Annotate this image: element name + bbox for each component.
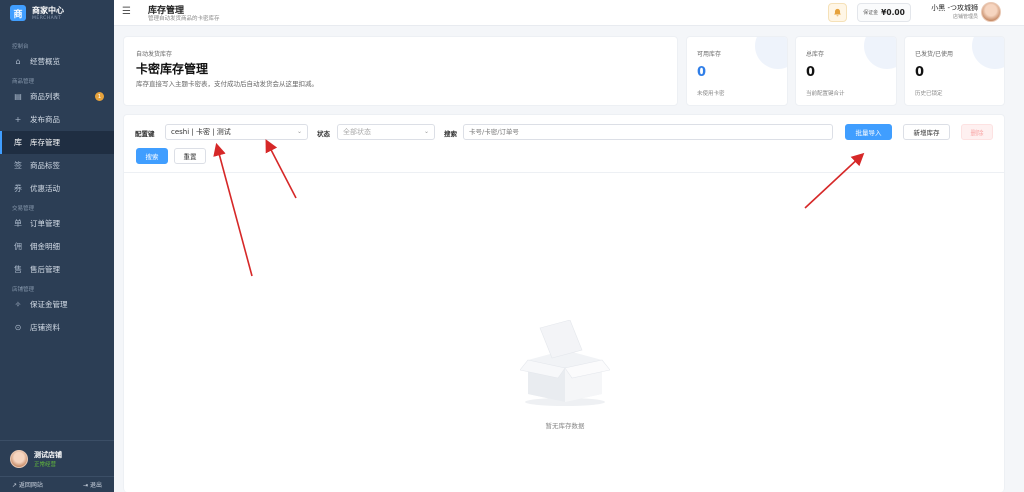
sidebar-item-store-info[interactable]: ⊙ 店铺资料 xyxy=(0,316,114,339)
sidebar-item-overview[interactable]: ⌂ 经营概览 xyxy=(0,50,114,73)
config-key-label: 配置键 xyxy=(135,130,155,138)
inventory-hero-card: 自动发货库存 卡密库存管理 库存直接写入主题卡密表，支付成功后自动发货会从这里扣… xyxy=(123,36,678,106)
hero-kicker: 自动发货库存 xyxy=(136,51,173,58)
commission-icon: 佣 xyxy=(14,242,22,251)
nav-group-store: 店铺管理 xyxy=(12,287,35,293)
sidebar-footer: ↗ 返回网站 ⇥ 退出 xyxy=(0,476,114,492)
search-button[interactable]: 搜索 xyxy=(136,148,168,164)
order-icon: 单 xyxy=(14,219,22,228)
stat-label: 可用库存 xyxy=(697,51,722,58)
notification-badge: 1 xyxy=(95,92,104,101)
sidebar-item-label: 店铺资料 xyxy=(30,323,60,332)
home-icon: ⌂ xyxy=(15,57,21,66)
stat-value: 0 xyxy=(806,65,816,80)
warehouse-icon: 库 xyxy=(14,138,22,147)
reset-button[interactable]: 重置 xyxy=(174,148,206,164)
brand-logo-icon: 商 xyxy=(10,5,26,21)
stat-sub: 未使用卡密 xyxy=(697,91,725,97)
sidebar-item-label: 售后管理 xyxy=(30,265,60,274)
store-name: 测试店铺 xyxy=(34,450,62,459)
decorative-circle xyxy=(972,37,1004,69)
stat-value: 0 xyxy=(697,65,707,80)
sidebar-item-label: 保证金管理 xyxy=(30,300,68,309)
deposit-balance[interactable]: 保证金 ¥0.00 xyxy=(857,3,911,22)
user-name: 小黑 ‑つ攻城狮 xyxy=(931,4,978,12)
user-role: 店铺管理员 xyxy=(952,14,978,20)
sidebar-item-label: 库存管理 xyxy=(30,138,60,147)
stat-value: 0 xyxy=(915,65,925,80)
nav-group-trade: 交易管理 xyxy=(12,206,35,212)
sidebar-user[interactable]: 测试店铺 正常经营 xyxy=(0,440,114,476)
deposit-icon: ✧ xyxy=(14,300,22,309)
menu-toggle-icon[interactable]: ☰ xyxy=(122,6,131,17)
tag-icon: 签 xyxy=(14,161,22,170)
top-header: ☰ 库存管理 管理自动发货商品的卡密库存 保证金 ¥0.00 小黑 ‑つ攻城狮 … xyxy=(114,0,1024,26)
sidebar-item-inventory[interactable]: 库 库存管理 xyxy=(0,131,114,154)
brand[interactable]: 商 商家中心 MERCHANT xyxy=(0,0,114,26)
config-key-value: ceshi | 卡密 | 测试 xyxy=(171,128,231,136)
page-subtitle: 管理自动发货商品的卡密库存 xyxy=(148,16,220,22)
stat-sub: 当前配置键合计 xyxy=(806,91,845,97)
sidebar-item-product-tags[interactable]: 签 商品标签 xyxy=(0,154,114,177)
stat-available: 可用库存 0 未使用卡密 xyxy=(686,36,788,106)
sidebar-item-product-list[interactable]: ▤ 商品列表 1 xyxy=(0,85,114,108)
sidebar-item-label: 佣金明细 xyxy=(30,242,60,251)
stat-label: 总库存 xyxy=(806,51,825,58)
logout-link[interactable]: ⇥ 退出 xyxy=(83,480,102,489)
decorative-circle xyxy=(755,37,787,69)
stat-used: 已发货/已使用 0 历史已锁定 xyxy=(904,36,1005,106)
config-key-select[interactable]: ceshi | 卡密 | 测试 ⌄ xyxy=(165,124,308,140)
nav-group-products: 商品管理 xyxy=(12,79,35,85)
inventory-panel: 配置键 ceshi | 卡密 | 测试 ⌄ 状态 全部状态 ⌄ 搜索 批量导入 … xyxy=(123,114,1005,492)
add-stock-button[interactable]: 新增库存 xyxy=(903,124,950,140)
sidebar-item-label: 订单管理 xyxy=(30,219,60,228)
empty-box-icon xyxy=(520,320,610,406)
sidebar-item-label: 商品列表 xyxy=(30,92,60,101)
store-status: 正常经营 xyxy=(34,461,57,468)
notification-bell-icon[interactable] xyxy=(828,3,847,22)
sidebar-item-label: 经营概览 xyxy=(30,57,60,66)
avatar xyxy=(10,449,28,468)
search-label: 搜索 xyxy=(444,130,457,138)
header-user[interactable]: 小黑 ‑つ攻城狮 店铺管理员 xyxy=(929,3,978,20)
deposit-label: 保证金 xyxy=(863,10,879,16)
aftersale-icon: 售 xyxy=(14,265,22,274)
sidebar-item-orders[interactable]: 单 订单管理 xyxy=(0,212,114,235)
status-label: 状态 xyxy=(317,130,330,138)
list-icon: ▤ xyxy=(14,92,22,101)
sidebar-item-label: 商品标签 xyxy=(30,161,60,170)
sidebar-item-promotions[interactable]: 券 优惠活动 xyxy=(0,177,114,200)
sidebar-item-label: 发布商品 xyxy=(30,115,60,124)
stat-label: 已发货/已使用 xyxy=(915,51,954,58)
empty-state-text: 暂无库存数据 xyxy=(545,422,585,430)
batch-import-button[interactable]: 批量导入 xyxy=(845,124,892,140)
sidebar: 商 商家中心 MERCHANT 控制台 ⌂ 经营概览 商品管理 ▤ 商品列表 1… xyxy=(0,0,114,492)
sidebar-item-deposit[interactable]: ✧ 保证金管理 xyxy=(0,293,114,316)
stat-sub: 历史已锁定 xyxy=(915,91,943,97)
sidebar-item-aftersale[interactable]: 售 售后管理 xyxy=(0,258,114,281)
plus-icon: + xyxy=(14,115,22,124)
sidebar-item-label: 优惠活动 xyxy=(30,184,60,193)
nav-group-console: 控制台 xyxy=(12,44,29,50)
brand-sub: MERCHANT xyxy=(32,16,62,21)
chevron-down-icon: ⌄ xyxy=(423,128,429,135)
stat-total: 总库存 0 当前配置键合计 xyxy=(795,36,897,106)
sidebar-item-publish-product[interactable]: + 发布商品 xyxy=(0,108,114,131)
store-info-icon: ⊙ xyxy=(14,323,22,332)
divider xyxy=(124,172,1004,173)
status-select[interactable]: 全部状态 ⌄ xyxy=(337,124,435,140)
coupon-icon: 券 xyxy=(14,184,22,193)
brand-name: 商家中心 xyxy=(32,6,64,15)
back-to-site-link[interactable]: ↗ 返回网站 xyxy=(12,480,43,489)
search-input[interactable] xyxy=(463,124,833,140)
sidebar-item-commission[interactable]: 佣 佣金明细 xyxy=(0,235,114,258)
deposit-value: ¥0.00 xyxy=(881,8,905,17)
decorative-circle xyxy=(864,37,896,69)
avatar[interactable] xyxy=(981,2,1001,22)
delete-button[interactable]: 删除 xyxy=(961,124,993,140)
hero-description: 库存直接写入主题卡密表，支付成功后自动发货会从这里扣减。 xyxy=(136,80,318,88)
chevron-down-icon: ⌄ xyxy=(296,128,302,135)
status-value: 全部状态 xyxy=(343,128,371,136)
hero-title: 卡密库存管理 xyxy=(136,62,209,76)
